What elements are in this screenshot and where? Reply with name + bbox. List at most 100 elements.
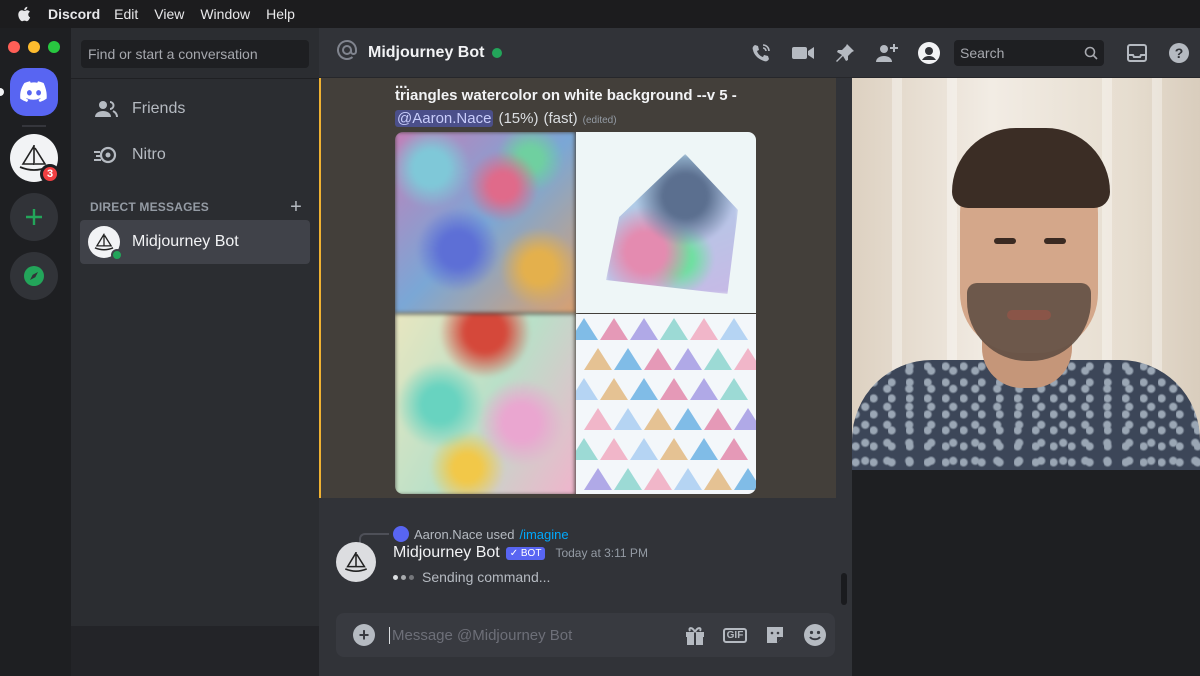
- menu-window[interactable]: Window: [200, 6, 262, 22]
- pattern-triangle: [644, 408, 672, 430]
- prompt-text: triangles watercolor on white background…: [395, 87, 737, 104]
- pattern-triangle: [644, 468, 672, 490]
- pattern-triangle: [614, 468, 642, 490]
- pattern-triangle: [660, 318, 688, 340]
- call-icon[interactable]: [740, 42, 782, 64]
- person-eye: [1044, 238, 1066, 244]
- generated-image-1[interactable]: [395, 132, 575, 313]
- discord-logo-icon: [20, 81, 47, 102]
- online-status-dot: [492, 47, 503, 58]
- sidebar-item-label: Friends: [132, 100, 186, 117]
- close-window-button[interactable]: [8, 41, 20, 53]
- edited-label: (edited): [582, 115, 617, 126]
- add-server-button[interactable]: [10, 193, 58, 241]
- author-name[interactable]: Midjourney Bot: [393, 544, 500, 562]
- pattern-triangle: [576, 378, 598, 400]
- pattern-triangle: [674, 408, 702, 430]
- chat-area: Midjourney Bot Search ? ... triangles wa…: [319, 28, 1200, 676]
- gift-icon[interactable]: [675, 624, 715, 646]
- direct-messages-header: DIRECT MESSAGES +: [90, 197, 302, 217]
- selected-server-pill: [0, 88, 4, 96]
- sidebar-item-nitro[interactable]: Nitro: [80, 134, 310, 176]
- attach-plus-icon[interactable]: +: [353, 624, 375, 646]
- avatar: [393, 526, 409, 542]
- profile-icon[interactable]: [908, 41, 950, 65]
- user-mention[interactable]: @Aaron.Nace: [395, 110, 494, 127]
- friends-icon: [95, 101, 118, 118]
- scrollbar[interactable]: [841, 573, 847, 605]
- find-conversation-input[interactable]: Find or start a conversation: [81, 40, 309, 68]
- pattern-triangle: [690, 318, 718, 340]
- apple-logo-icon[interactable]: [0, 6, 48, 22]
- gif-button[interactable]: GIF: [715, 627, 755, 643]
- menu-view[interactable]: View: [154, 6, 196, 22]
- person-eye: [994, 238, 1016, 244]
- command-usage-line: Aaron.Nace used /imagine: [393, 526, 569, 542]
- menu-app-name[interactable]: Discord: [48, 6, 100, 22]
- pattern-triangle: [584, 408, 612, 430]
- discord-window: 3 Find or start a conversation Friends N…: [0, 28, 1200, 676]
- plus-icon: [26, 209, 42, 225]
- pattern-triangle: [630, 378, 658, 400]
- menu-edit[interactable]: Edit: [114, 6, 150, 22]
- minimize-window-button[interactable]: [28, 41, 40, 53]
- gif-icon: GIF: [722, 627, 748, 643]
- pattern-triangle: [576, 438, 598, 460]
- channel-title: Midjourney Bot: [368, 43, 485, 61]
- midjourney-server-button[interactable]: 3: [10, 134, 60, 184]
- video-icon[interactable]: [782, 45, 824, 61]
- pin-icon[interactable]: [824, 43, 866, 63]
- header-search-input[interactable]: Search: [954, 40, 1104, 66]
- message-composer: + Message @Midjourney Bot GIF: [336, 613, 835, 657]
- pattern-triangle: [660, 378, 688, 400]
- compass-icon: [24, 266, 44, 286]
- at-icon: [336, 39, 358, 66]
- avatar: [88, 226, 123, 261]
- sending-status: Sending command...: [393, 569, 550, 585]
- generated-image-3[interactable]: [395, 314, 575, 494]
- macos-menu-bar: Discord Edit View Window Help: [0, 0, 1200, 28]
- window-controls: [8, 41, 60, 53]
- svg-text:?: ?: [1175, 45, 1184, 61]
- emoji-icon[interactable]: [795, 623, 835, 647]
- pattern-triangle: [734, 348, 756, 370]
- zoom-window-button[interactable]: [48, 41, 60, 53]
- pattern-triangle: [630, 318, 658, 340]
- generated-image-2[interactable]: [576, 132, 756, 313]
- help-icon[interactable]: ?: [1158, 42, 1200, 64]
- dm-sidebar: Find or start a conversation Friends Nit…: [71, 28, 319, 676]
- pattern-triangle: [704, 468, 732, 490]
- explore-servers-button[interactable]: [10, 252, 58, 300]
- dm-item-midjourney-bot[interactable]: Midjourney Bot: [80, 220, 310, 264]
- dark-panel: [852, 470, 1200, 676]
- user-panel: [71, 626, 319, 676]
- slash-command-link[interactable]: /imagine: [519, 527, 568, 542]
- sidebar-item-friends[interactable]: Friends: [80, 88, 310, 130]
- pattern-triangle: [614, 408, 642, 430]
- pattern-triangle: [704, 408, 732, 430]
- pattern-triangle: [704, 348, 732, 370]
- add-friend-icon[interactable]: [866, 43, 908, 63]
- pattern-triangle: [674, 468, 702, 490]
- avatar[interactable]: [336, 542, 376, 582]
- home-button[interactable]: [10, 68, 58, 116]
- prompt-meta: @Aaron.Nace (15%) (fast) (edited): [395, 110, 617, 127]
- generated-image-grid[interactable]: [395, 132, 756, 494]
- message-input[interactable]: Message @Midjourney Bot: [389, 626, 675, 644]
- speed-text: (fast): [543, 110, 578, 127]
- pattern-triangle: [734, 408, 756, 430]
- status-text: Sending command...: [422, 569, 551, 585]
- generated-image-4[interactable]: [576, 314, 756, 494]
- inbox-icon[interactable]: [1116, 43, 1158, 63]
- sticker-icon[interactable]: [755, 624, 795, 646]
- pattern-triangle: [720, 378, 748, 400]
- nitro-icon: [94, 146, 117, 164]
- online-status-dot: [111, 249, 123, 261]
- pattern-triangle: [644, 348, 672, 370]
- create-dm-plus-icon[interactable]: +: [290, 197, 302, 217]
- dm-name: Midjourney Bot: [132, 233, 239, 250]
- menu-help[interactable]: Help: [266, 6, 307, 22]
- message-header: Midjourney Bot ✓ BOT Today at 3:11 PM: [393, 544, 648, 562]
- pattern-triangle: [600, 438, 628, 460]
- sidebar-item-label: Nitro: [132, 146, 166, 163]
